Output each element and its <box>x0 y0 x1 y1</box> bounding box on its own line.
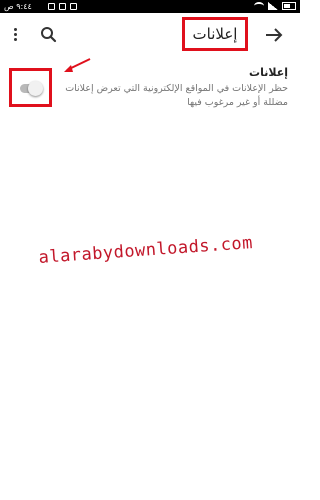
wifi-icon <box>254 2 264 10</box>
toggle-thumb <box>27 80 43 96</box>
more-options-button[interactable] <box>8 25 24 45</box>
notification-icon <box>70 3 77 10</box>
screen: ٩:٤٤ ص إعلانات إعلانات حظر الإعلانات في … <box>0 0 300 500</box>
setting-title: إعلانات <box>249 66 288 79</box>
more-vert-icon-dot <box>14 38 17 41</box>
status-time: ٩:٤٤ ص <box>4 2 32 11</box>
status-bar: ٩:٤٤ ص <box>0 0 300 13</box>
status-right-icons <box>254 2 296 10</box>
red-arrow-icon <box>64 58 91 72</box>
signal-icon <box>268 2 278 10</box>
toolbar: إعلانات <box>0 13 300 57</box>
battery-icon <box>282 2 296 10</box>
more-vert-icon-dot <box>14 33 17 36</box>
notification-icon <box>48 3 55 10</box>
search-icon <box>41 27 57 43</box>
setting-description: حظر الإعلانات في المواقع الإلكترونية الت… <box>65 83 288 108</box>
page-title: إعلانات <box>192 25 238 43</box>
notification-icon <box>59 3 66 10</box>
search-button[interactable] <box>38 24 60 46</box>
back-button[interactable] <box>262 24 286 46</box>
toggle-highlight-box <box>9 68 52 107</box>
arrow-right-icon <box>266 28 283 42</box>
more-vert-icon <box>14 28 17 31</box>
notification-icons <box>48 3 77 10</box>
watermark-text: alarabydownloads.com <box>38 233 254 268</box>
ads-toggle[interactable] <box>18 80 44 96</box>
title-highlight-box: إعلانات <box>182 17 248 51</box>
